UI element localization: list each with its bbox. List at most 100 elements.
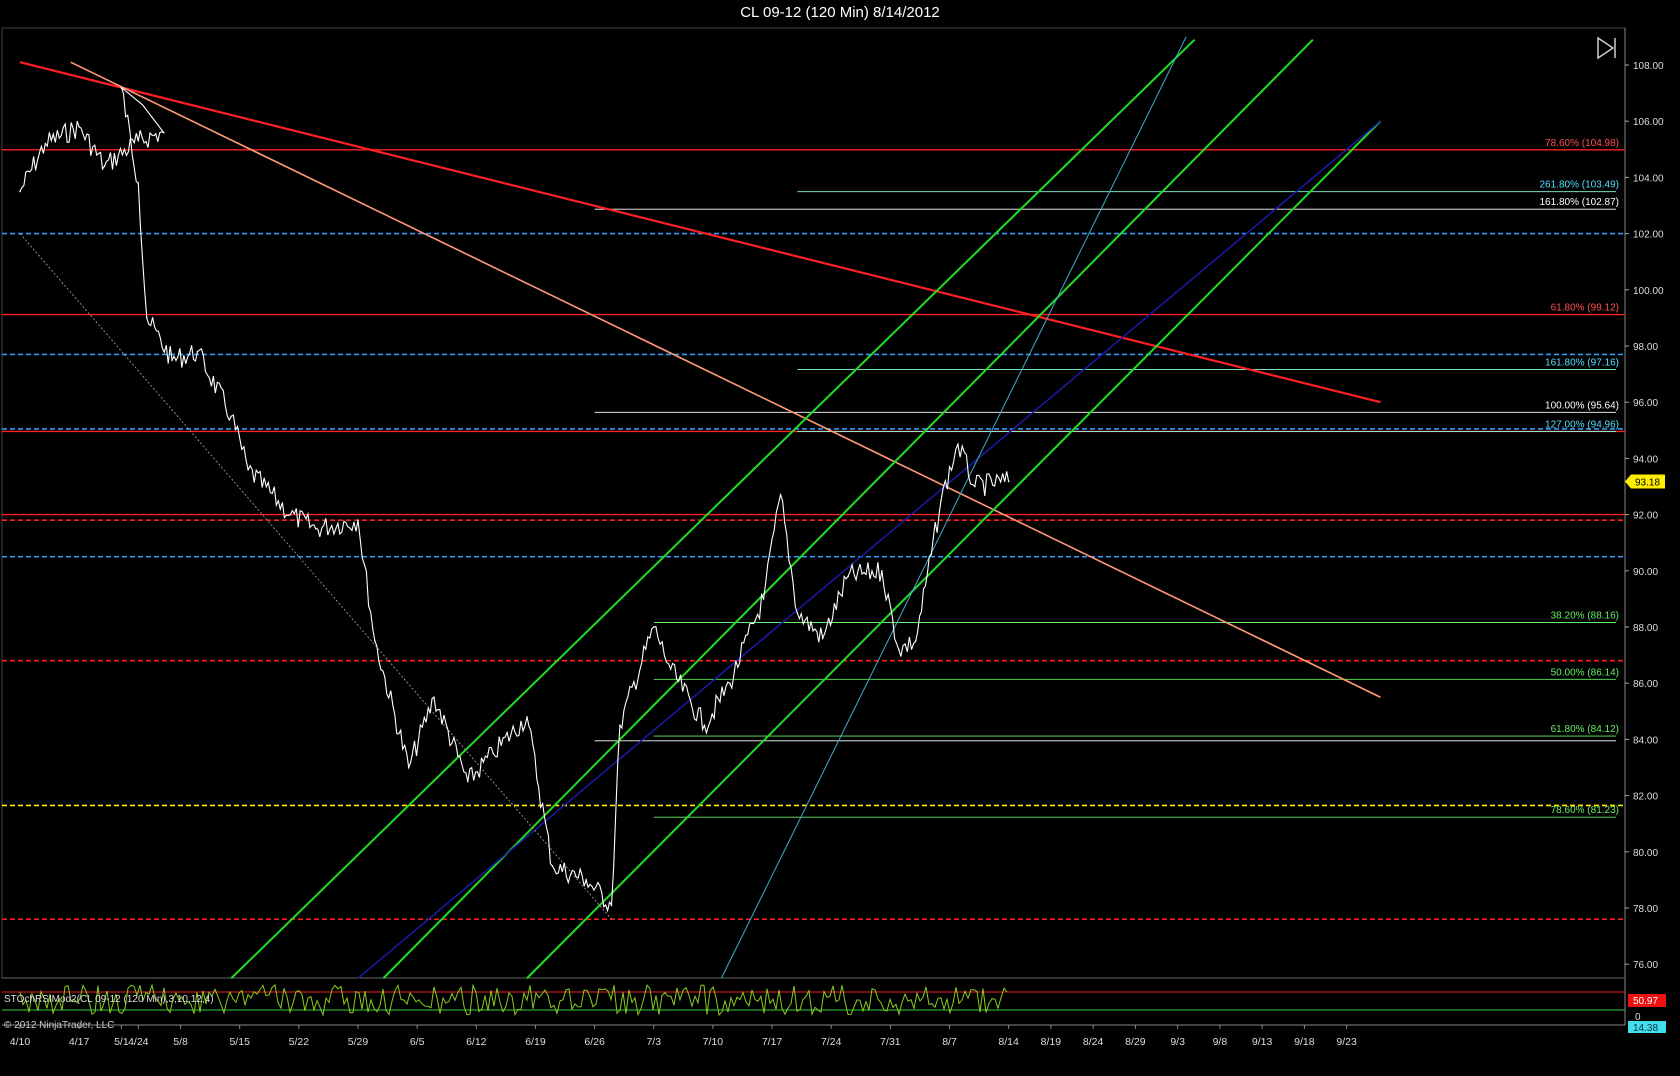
trend-lines [19,36,1382,979]
x-tick-label-14: 7/17 [762,1036,783,1048]
y-tick-label-5: 98.00 [1633,342,1658,353]
fib-level-label-6: 50.00% (86.14) [1551,667,1619,678]
price-point-35 [881,570,883,572]
price-point-41 [1007,480,1010,483]
price-chart[interactable]: 108.00 106.00 104.00 102.00 100.00 98.00 96.00… [0,0,1680,1076]
horizontal-level-label-1: 61.80% (99.12) [1551,303,1619,314]
price-point-26 [652,626,655,628]
price-point-37 [914,640,917,642]
x-tick-label-21: 8/29 [1125,1036,1146,1048]
trend-line-1 [70,61,1381,698]
y-tick-label-10: 88.00 [1633,623,1658,634]
x-tick-label-6: 5/22 [289,1036,310,1048]
price-point-8 [145,317,148,319]
y-tick-label-2: 104.00 [1633,173,1664,184]
price-point-18 [433,696,435,699]
price-point-12 [247,468,249,471]
x-tick-label-20: 8/24 [1083,1036,1104,1048]
horizontal-level-label-0: 78.60% (104.98) [1545,138,1619,149]
price-point-36 [898,648,900,651]
price-point-15 [357,519,359,522]
price-point-7 [137,182,140,184]
price-point-22 [551,865,554,867]
x-tick-label-2: 4/24 [128,1036,149,1048]
fib-level-label-4: 127.00% (94.96) [1545,419,1619,430]
last-price-label: 93.18 [1635,477,1660,488]
price-point-16 [374,640,376,642]
x-tick-label-26: 9/23 [1336,1036,1357,1048]
price-point-11 [230,415,233,418]
chart-frame [1,27,1626,1026]
x-tick-label-17: 8/7 [942,1036,957,1048]
oscillator-label: STOchRSIMod2(CL 09-12 (120 Min),3,10,12,… [4,994,214,1005]
fib-level-label-1: 161.80% (102.87) [1539,197,1619,208]
fib-level-label-3: 100.00% (95.64) [1545,400,1619,411]
price-point-17 [407,766,410,769]
y-tick-label-16: 76.00 [1633,960,1658,971]
price-point-5 [162,131,165,134]
price-point-40 [974,485,976,488]
x-axis: 4/10 4/17 4/245/1 5/8 5/15 5/22 5/29 6/5 6/12 6/1… [10,1025,1357,1048]
price-point-31 [779,494,782,496]
fib-level-label-5: 38.20% (88.16) [1551,611,1619,622]
y-tick-label-9: 90.00 [1633,567,1658,578]
fibonacci-levels [594,191,1616,818]
price-point-30 [762,598,765,600]
x-tick-label-24: 9/13 [1252,1036,1273,1048]
x-tick-label-18: 8/14 [998,1036,1019,1048]
x-tick-label-10: 6/19 [525,1036,546,1048]
price-series [19,85,1010,913]
x-tick-label-12: 7/3 [646,1036,661,1048]
price-point-13 [289,513,292,516]
price-point-19 [467,780,469,783]
skip-to-end-icon[interactable] [1594,34,1620,60]
price-point-39 [957,443,959,446]
y-tick-label-11: 86.00 [1633,679,1658,690]
price-point-4 [137,140,140,142]
price-point-34 [847,575,849,578]
y-tick-label-8: 92.00 [1633,511,1658,522]
price-point-21 [526,716,528,718]
price-point-1 [44,142,47,145]
trend-line-6 [720,36,1187,979]
oscillator-panel: STOchRSIMod2(CL 09-12 (120 Min),3,10,12,… [2,983,1666,1034]
y-tick-label-7: 94.00 [1633,454,1658,465]
trend-line-0 [19,61,1381,404]
price-point-32 [796,612,799,614]
price-point-23 [585,879,587,881]
x-tick-label-1: 4/17 [69,1036,90,1048]
y-tick-label-15: 78.00 [1633,904,1658,915]
price-point-38 [940,499,942,502]
x-tick-label-9: 6/12 [466,1036,487,1048]
trend-line-5 [357,120,1381,979]
price-point-24 [610,904,613,906]
y-tick-label-14: 80.00 [1633,848,1658,859]
x-tick-label-8: 6/5 [410,1036,425,1048]
x-tick-label-0: 4/10 [10,1036,31,1048]
x-tick-label-11: 6/26 [584,1036,605,1048]
y-tick-label-3: 102.00 [1633,230,1664,241]
x-tick-label-13: 7/10 [703,1036,724,1048]
osc-cyan-value: 14.38 [1633,1023,1658,1034]
price-point-27 [669,668,672,670]
trend-line-4 [526,120,1382,979]
x-tick-label-3: 5/1 [114,1036,129,1048]
fib-level-label-9: 78.60% (81.23) [1551,805,1619,816]
price-point-0 [19,190,21,193]
x-tick-label-15: 7/24 [821,1036,842,1048]
price-point-6 [120,86,123,89]
osc-red-value: 50.97 [1633,996,1658,1007]
price-point-25 [619,724,621,727]
x-tick-label-7: 5/29 [348,1036,369,1048]
y-tick-label-13: 82.00 [1633,792,1658,803]
trend-line-2 [230,38,1196,979]
price-point-9 [171,359,173,361]
x-tick-label-25: 9/18 [1294,1036,1315,1048]
price-point-2 [78,126,80,128]
y-axis: 108.00 106.00 104.00 102.00 100.00 98.00 96.00… [1625,61,1665,971]
price-point-3 [103,165,106,167]
price-line [19,85,1010,913]
trend-line-3 [382,39,1314,979]
y-tick-label-0: 108.00 [1633,61,1664,72]
price-point-28 [703,724,706,727]
